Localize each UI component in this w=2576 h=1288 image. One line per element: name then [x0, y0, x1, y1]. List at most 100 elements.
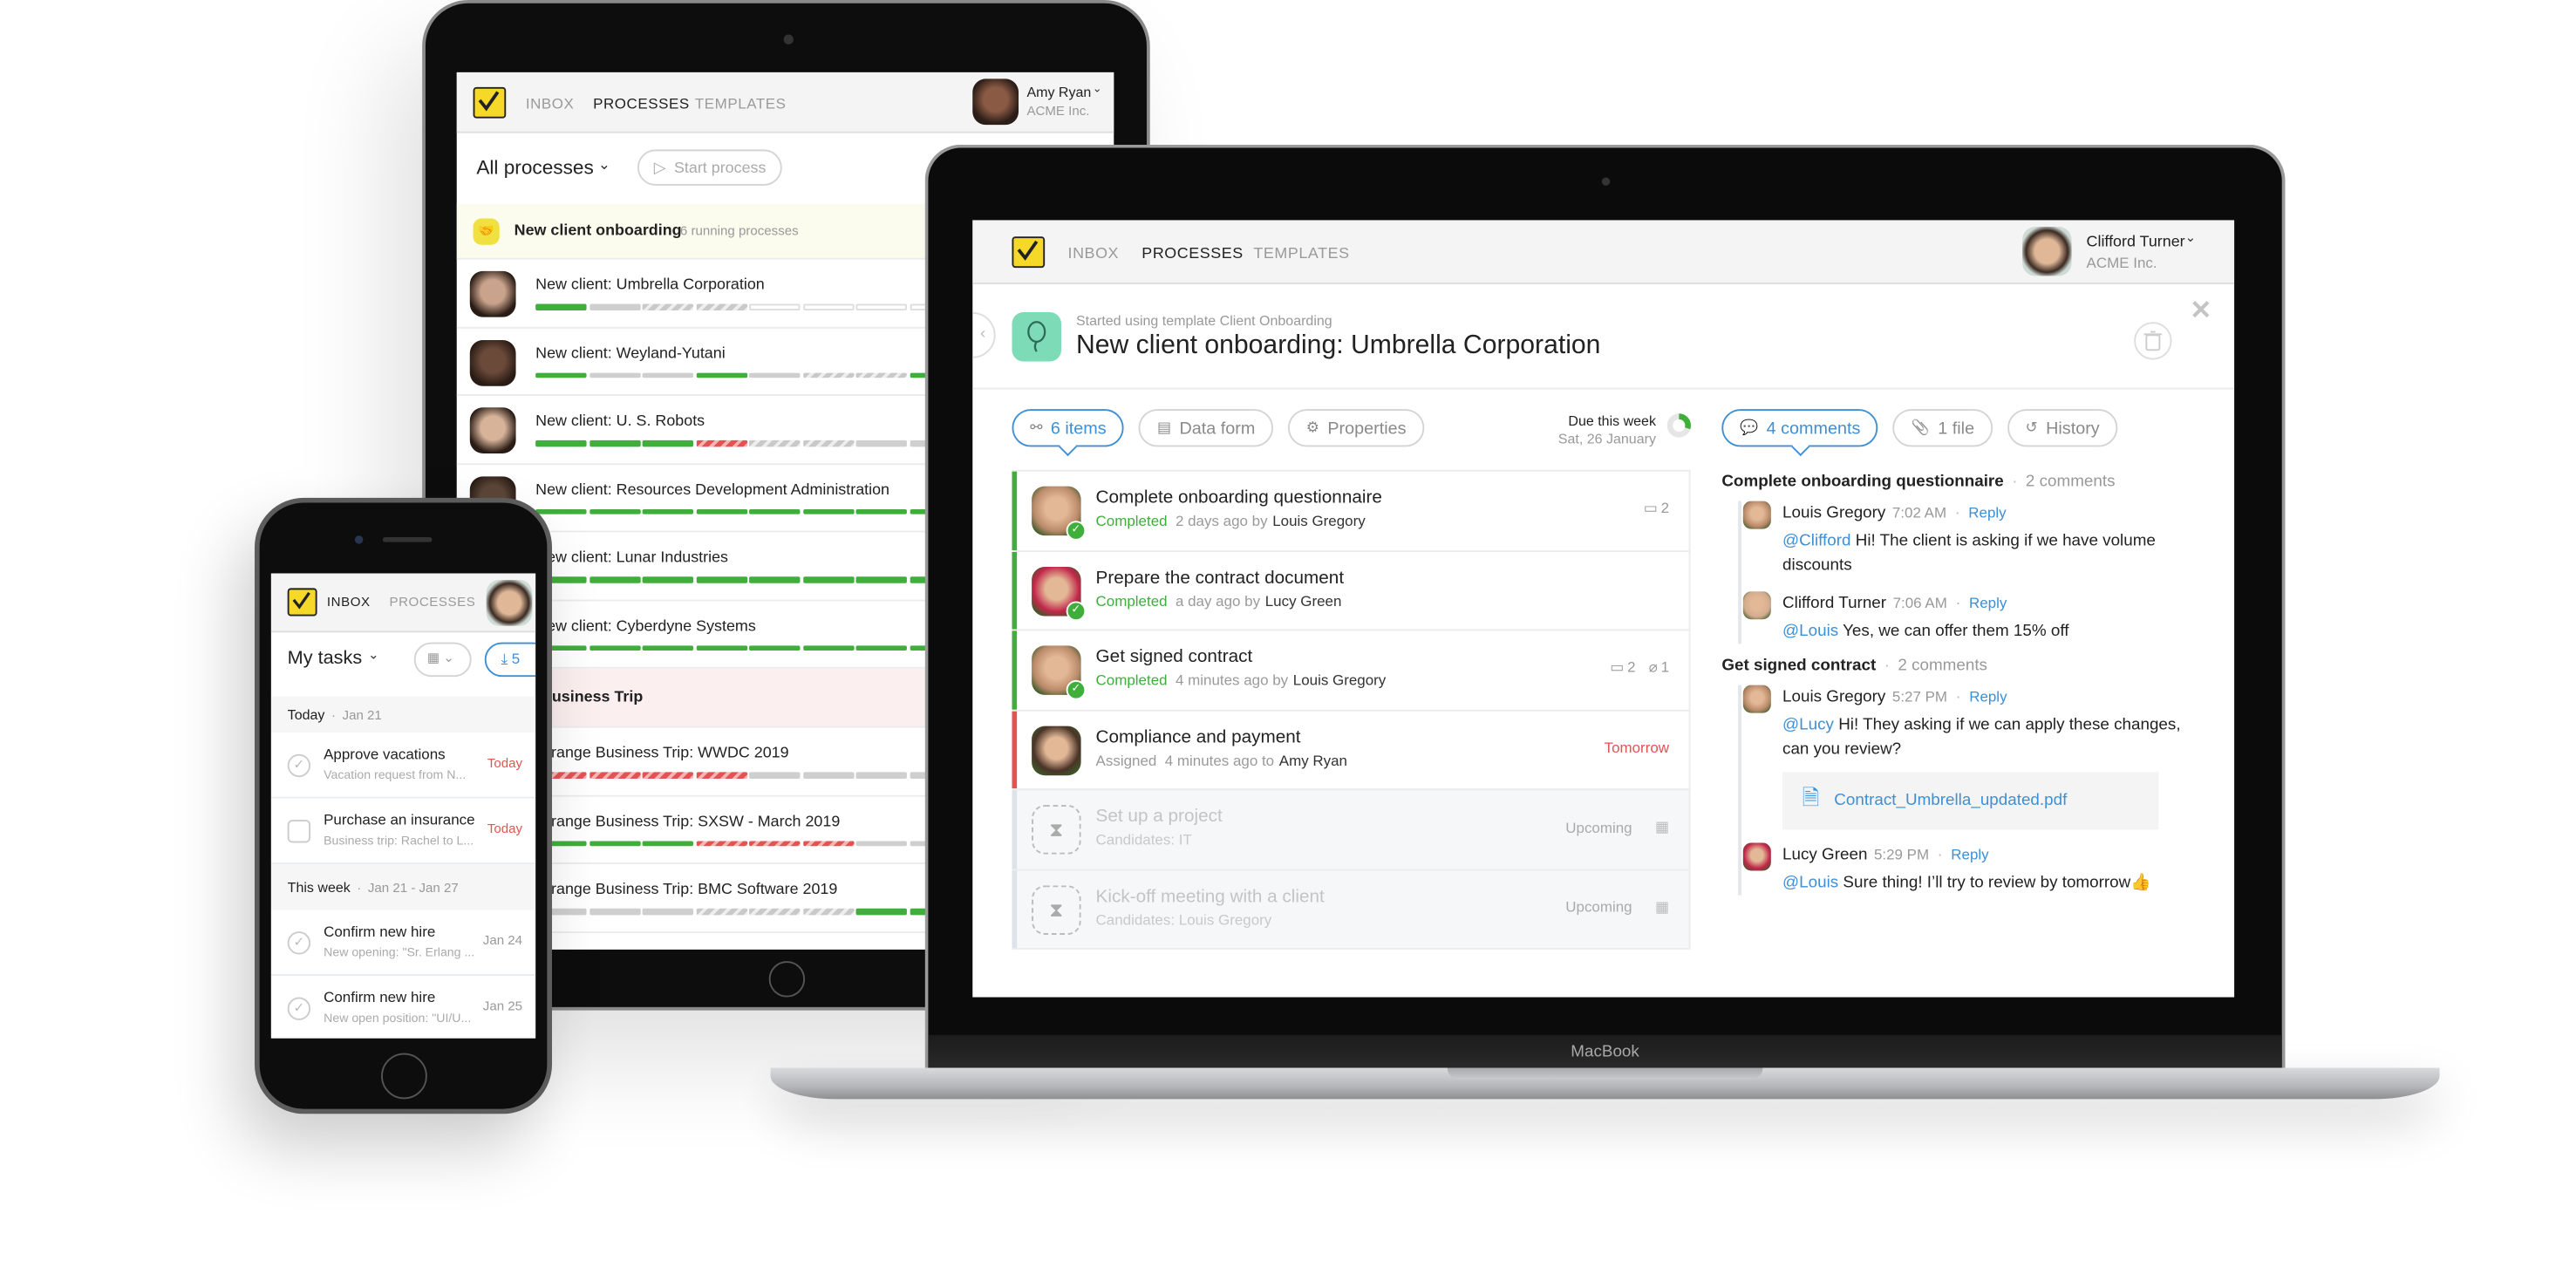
logo-icon[interactable] — [1012, 236, 1046, 269]
task-row[interactable]: Compliance and payment Assigned 4 minutes … — [1012, 708, 1691, 789]
complete-check-icon[interactable]: ✓ — [287, 753, 311, 778]
task-time: a day ago by — [1175, 592, 1261, 609]
chevron-down-icon[interactable]: ⌄ — [598, 156, 610, 174]
section-label: Today — [287, 706, 325, 723]
thread-task[interactable]: Complete onboarding questionnaire — [1721, 474, 2003, 492]
task-row[interactable]: ⧗ Kick-off meeting with a client Candidate… — [1012, 868, 1691, 949]
delete-button[interactable] — [2134, 322, 2172, 360]
laptop-screen: INBOX PROCESSES TEMPLATES Clifford Turne… — [972, 220, 2235, 998]
tab-history[interactable]: ↺ History — [2007, 409, 2118, 447]
chevron-down-icon[interactable]: ⌄ — [1093, 82, 1102, 95]
mention-link[interactable]: @Clifford — [1782, 532, 1850, 550]
tablet-home-button[interactable] — [768, 961, 806, 998]
tab-label: 1 file — [1938, 418, 1975, 439]
download-button[interactable]: ⤓ 5 — [484, 642, 536, 678]
task-row[interactable]: ⧗ Set up a project Candidates: IT Upcoming ▦ — [1012, 788, 1691, 869]
process-filter[interactable]: All processes — [476, 156, 593, 179]
start-process-button[interactable]: ▷ Start process — [637, 149, 783, 186]
task-row[interactable]: ✓ Confirm new hire New open position: "UI/… — [270, 976, 536, 1039]
logo-icon[interactable] — [287, 588, 317, 617]
complete-check-icon[interactable]: ✓ — [287, 931, 311, 955]
task-person: Louis Gregory — [1272, 512, 1366, 529]
reply-link[interactable]: Reply — [1969, 688, 2007, 705]
user-avatar[interactable] — [2022, 226, 2072, 276]
task-row[interactable]: ✓ Prepare the contract document Completed a… — [1012, 549, 1691, 630]
mention-link[interactable]: @Louis — [1782, 874, 1838, 892]
thread-count: 2 comments — [1898, 657, 1987, 676]
task-row[interactable]: ✓ Get signed contract Completed 4 minutes a… — [1012, 629, 1691, 709]
phone-home-button[interactable] — [381, 1053, 427, 1100]
mention-link[interactable]: @Lucy — [1782, 716, 1834, 734]
nav-templates[interactable]: TEMPLATES — [1253, 245, 1349, 263]
progress-segment-upcoming — [802, 440, 854, 446]
back-button[interactable]: ‹ — [972, 311, 996, 358]
task-due: Today — [487, 821, 523, 836]
task-status: Candidates: Louis Gregory — [1095, 910, 1272, 928]
nav-inbox[interactable]: INBOX — [327, 595, 371, 610]
tab-flow[interactable]: ⚯ 6 items — [1012, 409, 1125, 447]
attachment[interactable]: 🗎 Contract_Umbrella_updated.pdf — [1782, 772, 2159, 830]
progress-segment-done — [855, 508, 907, 515]
separator-dot: · — [1937, 846, 1943, 864]
progress-segment-overdue — [695, 772, 747, 779]
thread-task[interactable]: Get signed contract — [1721, 658, 1876, 676]
my-tasks-filter[interactable]: My tasks — [288, 649, 362, 669]
comment-count[interactable]: ▭ 2 — [1644, 500, 1669, 518]
task-row[interactable]: ✓ Approve vacations Vacation request from … — [270, 733, 536, 799]
task-title: Get signed contract — [1095, 647, 1253, 667]
calendar-icon[interactable]: ▦ — [1655, 818, 1669, 836]
complete-check-icon[interactable]: ✓ — [287, 997, 311, 1020]
progress-segment-todo — [802, 772, 854, 779]
progress-segment-todo — [749, 772, 801, 779]
logo-icon[interactable] — [473, 86, 507, 119]
nav-inbox[interactable]: INBOX — [526, 95, 575, 112]
nav-inbox[interactable]: INBOX — [1068, 245, 1120, 263]
phone-screen: INBOX PROCESSES My tasks ⌄ ▦ ⌄ ⤓ 5 Today… — [270, 573, 536, 1039]
separator-dot: · — [1955, 688, 1961, 707]
comment-text: @Clifford Hi! The client is asking if we… — [1782, 529, 2198, 579]
tab-label: 4 comments — [1766, 418, 1861, 439]
due-label: Due this week — [1568, 412, 1656, 429]
reply-link[interactable]: Reply — [1969, 595, 2007, 611]
tab-paperclip[interactable]: 📎 1 file — [1893, 409, 1993, 447]
task-title: Compliance and payment — [1095, 726, 1301, 747]
progress-segment-empty — [802, 303, 854, 310]
chevron-down-icon[interactable]: ⌄ — [2185, 230, 2197, 245]
user-name[interactable]: Clifford Turner — [2087, 234, 2185, 252]
user-name[interactable]: Amy Ryan — [1026, 84, 1091, 100]
file-count[interactable]: ⌀ 1 — [1649, 658, 1669, 677]
reply-link[interactable]: Reply — [1951, 846, 1988, 862]
calendar-icon[interactable]: ▦ — [1655, 898, 1669, 917]
nav-processes[interactable]: PROCESSES — [389, 595, 475, 610]
mention-link[interactable]: @Louis — [1782, 623, 1838, 641]
task-title: Confirm new hire — [324, 989, 436, 1005]
comment-header: Louis Gregory 7:02 AM · Reply — [1782, 501, 2198, 526]
comment-thread: Get signed contract · 2 comments Louis Greg… — [1721, 658, 2198, 896]
task-row[interactable]: ✓ Confirm new hire New opening: "Sr. Erlan… — [270, 910, 536, 977]
task-person: Louis Gregory — [1292, 671, 1387, 689]
task-title: Complete onboarding questionnaire — [1095, 487, 1382, 508]
reply-link[interactable]: Reply — [1968, 504, 2006, 521]
tab-gear[interactable]: ⚙ Properties — [1288, 409, 1425, 447]
calendar-filter-button[interactable]: ▦ ⌄ — [413, 642, 472, 678]
comment-count[interactable]: ▭ 2 — [1610, 658, 1635, 677]
tab-clipboard[interactable]: ▤ Data form — [1139, 409, 1274, 447]
user-avatar[interactable] — [972, 78, 1019, 126]
comment-avatar — [1742, 591, 1771, 620]
progress-segment-todo — [642, 371, 694, 378]
nav-processes[interactable]: PROCESSES — [593, 95, 690, 112]
nav-processes[interactable]: PROCESSES — [1141, 245, 1244, 263]
tab-comment[interactable]: 💬 4 comments — [1721, 409, 1879, 447]
user-avatar[interactable] — [486, 580, 533, 626]
progress-segment-todo — [855, 440, 907, 446]
avatar — [469, 339, 516, 385]
phone-task-list: Today · Jan 21 ✓ Approve vacations Vacation r… — [270, 696, 536, 1039]
task-row[interactable]: Purchase an insurance Business trip: Rach… — [270, 798, 536, 864]
task-row[interactable]: ✓ Complete onboarding questionnaire Comple… — [1012, 469, 1691, 550]
chevron-down-icon[interactable]: ⌄ — [368, 647, 379, 662]
nav-templates[interactable]: TEMPLATES — [695, 95, 787, 112]
checkbox[interactable] — [287, 820, 311, 843]
task-person: Lucy Green — [1264, 592, 1342, 609]
close-icon[interactable]: ✕ — [2190, 294, 2211, 327]
thread-header: Complete onboarding questionnaire · 2 comm… — [1721, 474, 2198, 492]
